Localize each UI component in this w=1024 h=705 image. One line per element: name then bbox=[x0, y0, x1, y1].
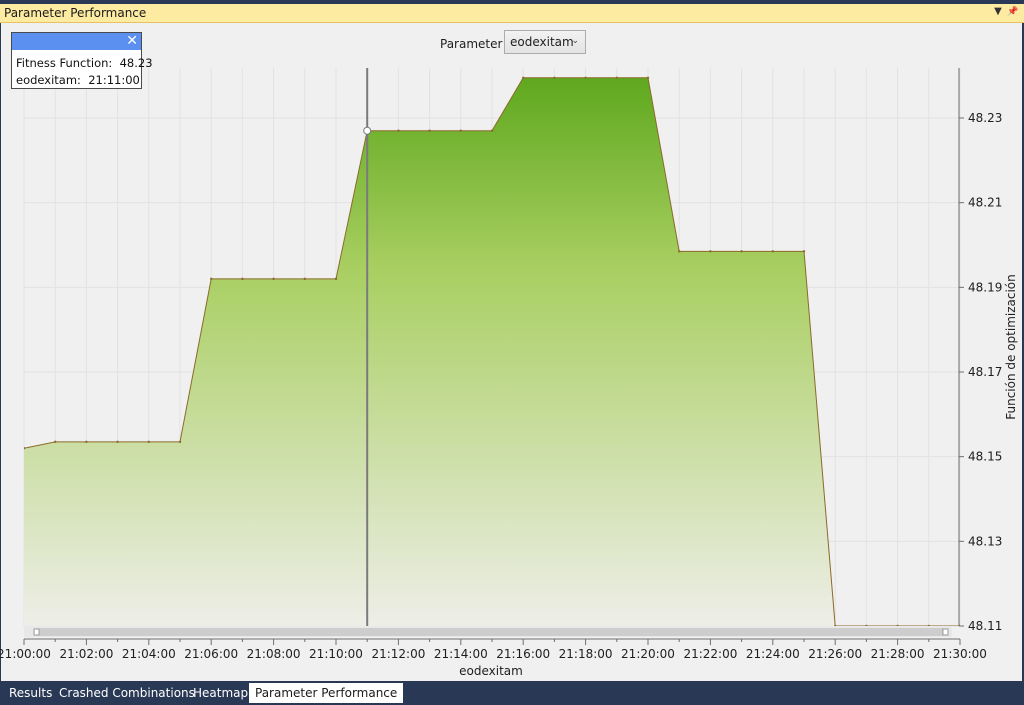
area-series bbox=[24, 77, 960, 626]
scrollbar-left-handle[interactable] bbox=[33, 628, 40, 636]
data-point bbox=[553, 76, 556, 79]
tab-results[interactable]: Results bbox=[3, 683, 58, 703]
x-tick-label: 21:28:00 bbox=[871, 647, 925, 661]
x-tick-label: 21:10:00 bbox=[309, 647, 363, 661]
x-tick-label: 21:26:00 bbox=[808, 647, 862, 661]
data-point bbox=[927, 624, 930, 626]
data-point bbox=[834, 624, 837, 626]
y-tick-label: 48.19 bbox=[968, 280, 1002, 294]
data-tooltip: ✕ Fitness Function: 48.23 eodexitam: 21:… bbox=[11, 32, 153, 89]
data-point bbox=[646, 76, 650, 79]
parameter-dropdown[interactable]: eodexitam ⌄ bbox=[504, 30, 586, 54]
x-tick-label: 21:14:00 bbox=[434, 647, 488, 661]
data-point bbox=[615, 76, 618, 79]
data-point bbox=[428, 129, 431, 132]
tab-parameter-performance[interactable]: Parameter Performance bbox=[249, 683, 404, 703]
x-tick-label: 21:02:00 bbox=[59, 647, 113, 661]
data-point bbox=[709, 250, 712, 253]
x-axis-label: eodexitam bbox=[459, 664, 523, 678]
data-point bbox=[490, 129, 494, 132]
bottom-tab-strip: Results Crashed Combinations Heatmap Par… bbox=[0, 681, 1024, 705]
data-point bbox=[865, 624, 868, 626]
y-tick-label: 48.21 bbox=[968, 196, 1002, 210]
x-tick-label: 21:12:00 bbox=[371, 647, 425, 661]
data-point bbox=[24, 447, 26, 450]
tooltip-header: ✕ bbox=[12, 33, 141, 50]
x-tick-label: 21:30:00 bbox=[933, 647, 987, 661]
data-point bbox=[334, 277, 338, 281]
x-tick-label: 21:18:00 bbox=[559, 647, 613, 661]
parameter-label: Parameter bbox=[440, 37, 503, 51]
parameter-selected-value: eodexitam bbox=[510, 35, 574, 49]
x-tick-label: 21:04:00 bbox=[122, 647, 176, 661]
x-tick-label: 21:24:00 bbox=[746, 647, 800, 661]
tooltip-fitness: Fitness Function: 48.23 bbox=[16, 56, 153, 70]
data-point bbox=[147, 440, 150, 444]
x-tick-label: 21:08:00 bbox=[247, 647, 301, 661]
data-point bbox=[241, 277, 244, 281]
data-point bbox=[85, 440, 88, 444]
y-tick-label: 48.15 bbox=[968, 450, 1002, 464]
x-tick-label: 21:16:00 bbox=[496, 647, 550, 661]
scrollbar-right-handle[interactable] bbox=[942, 628, 949, 636]
data-point bbox=[522, 76, 525, 79]
data-point bbox=[584, 76, 587, 79]
x-tick-label: 21:00:00 bbox=[0, 647, 51, 661]
data-point bbox=[116, 440, 119, 444]
data-point bbox=[459, 129, 462, 132]
y-tick-label: 48.13 bbox=[968, 534, 1002, 548]
chevron-down-icon: ⌄ bbox=[571, 36, 579, 46]
scrollbar-thumb[interactable] bbox=[38, 628, 944, 636]
tab-crashed-combinations[interactable]: Crashed Combinations bbox=[53, 683, 201, 703]
x-tick-label: 21:20:00 bbox=[621, 647, 675, 661]
y-tick-label: 48.11 bbox=[968, 619, 1002, 633]
data-point bbox=[740, 250, 743, 253]
y-tick-label: 48.23 bbox=[968, 111, 1002, 125]
data-point bbox=[397, 129, 400, 132]
data-point bbox=[54, 440, 57, 444]
data-point bbox=[896, 624, 899, 626]
data-point bbox=[771, 250, 774, 253]
y-tick-label: 48.17 bbox=[968, 365, 1002, 379]
area-chart[interactable]: 48.11 48.13 48.15 48.17 48.19 48.21 48.23 Funci… bbox=[0, 0, 1024, 681]
tab-heatmap[interactable]: Heatmap bbox=[187, 683, 254, 703]
close-icon[interactable]: ✕ bbox=[126, 33, 138, 50]
tooltip-param: eodexitam: 21:11:00 bbox=[16, 73, 140, 87]
data-point bbox=[210, 277, 213, 281]
data-point bbox=[178, 440, 182, 444]
data-point bbox=[802, 250, 806, 253]
data-point bbox=[678, 250, 681, 253]
crosshair-marker bbox=[363, 126, 372, 135]
data-point bbox=[303, 277, 306, 281]
data-point bbox=[272, 277, 275, 281]
y-axis-label: Función de optimización bbox=[1004, 274, 1018, 420]
x-tick-label: 21:22:00 bbox=[683, 647, 737, 661]
x-tick-label: 21:06:00 bbox=[184, 647, 238, 661]
